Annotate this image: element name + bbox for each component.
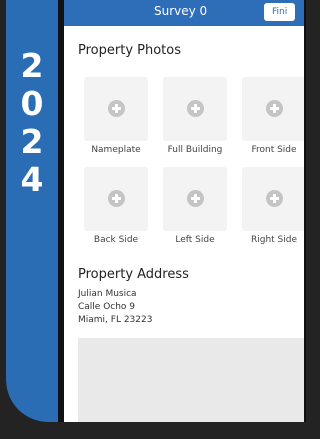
app-screen: Survey 0 Fini Property Photos Nameplate … (64, 0, 304, 422)
app-header: Survey 0 Fini (64, 0, 304, 26)
address-section-title: Property Address (78, 267, 189, 282)
year-digit: 4 (20, 160, 44, 199)
finish-button[interactable]: Fini (264, 3, 296, 21)
add-photo-icon (187, 190, 204, 207)
add-photo-icon (266, 100, 283, 117)
add-photo-icon (108, 190, 125, 207)
photo-label-back-side: Back Side (93, 235, 139, 245)
photo-label-front-side: Front Side (251, 145, 297, 155)
year-panel: 2 0 2 4 (6, 0, 58, 422)
year-digit: 2 (20, 122, 44, 161)
address-map[interactable] (78, 338, 304, 422)
address-city: Miami, FL 23223 (78, 315, 153, 325)
address-name: Julian Musica (78, 289, 137, 299)
photo-label-full-building: Full Building (167, 145, 223, 155)
photo-label-right-side: Right Side (250, 235, 298, 245)
add-photo-icon (108, 100, 125, 117)
photo-tile-right-side[interactable] (242, 167, 304, 231)
photo-label-nameplate: Nameplate (91, 145, 141, 155)
photos-section-title: Property Photos (78, 43, 181, 58)
add-photo-icon (187, 100, 204, 117)
photo-tile-nameplate[interactable] (84, 77, 148, 141)
page-title: Survey 0 (154, 4, 208, 18)
photo-tile-full-building[interactable] (163, 77, 227, 141)
photo-label-left-side: Left Side (175, 235, 215, 245)
add-photo-icon (266, 190, 283, 207)
photo-tile-left-side[interactable] (163, 167, 227, 231)
year-digit: 0 (20, 84, 44, 123)
photo-tile-back-side[interactable] (84, 167, 148, 231)
address-street: Calle Ocho 9 (78, 302, 136, 312)
photo-tile-front-side[interactable] (242, 77, 304, 141)
year-digit: 2 (20, 46, 44, 85)
